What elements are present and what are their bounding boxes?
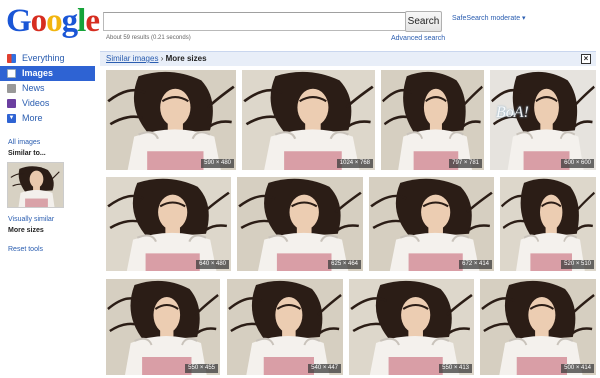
portrait-image — [242, 70, 375, 170]
search-input[interactable] — [103, 12, 406, 31]
image-result[interactable]: 540 × 447 — [227, 279, 343, 375]
safesearch-dropdown[interactable]: SafeSearch moderate ▾ — [452, 14, 526, 22]
image-result[interactable]: 550 × 413 — [349, 279, 474, 375]
reset-tools-link[interactable]: Reset tools — [0, 244, 95, 255]
advanced-search-link[interactable]: Advanced search — [391, 35, 445, 42]
sidebar-item-label: Images — [22, 68, 54, 78]
image-result[interactable]: 1024 × 768 — [242, 70, 375, 170]
image-result[interactable]: 520 × 510 — [500, 177, 596, 271]
videos-icon — [7, 99, 16, 108]
portrait-image — [8, 163, 63, 207]
source-thumbnail[interactable] — [7, 162, 64, 208]
image-dimensions: 550 × 455 — [185, 364, 218, 373]
everything-icon — [7, 54, 16, 63]
image-dimensions: 550 × 413 — [439, 364, 472, 373]
watermark-text: BoA! — [496, 104, 529, 121]
image-dimensions: 590 × 480 — [201, 159, 234, 168]
sidebar-item-news[interactable]: News — [0, 81, 95, 96]
image-result[interactable]: 500 × 414 — [480, 279, 596, 375]
breadcrumb-current: More sizes — [165, 54, 207, 63]
visually-similar-link[interactable]: Visually similar — [0, 214, 95, 225]
google-logo[interactable]: Google — [6, 3, 100, 39]
portrait-image — [381, 70, 484, 170]
portrait-image — [227, 279, 343, 375]
results-count: About 59 results (0.21 seconds) — [106, 35, 191, 41]
logo-letter: o — [46, 3, 62, 39]
portrait-image — [480, 279, 596, 375]
image-dimensions: 500 × 414 — [561, 364, 594, 373]
image-result[interactable]: 672 × 414 — [369, 177, 494, 271]
image-result[interactable]: 625 × 464 — [237, 177, 363, 271]
image-dimensions: 640 × 480 — [196, 260, 229, 269]
image-result[interactable]: 797 × 781 — [381, 70, 484, 170]
logo-letter: o — [30, 3, 47, 39]
sidebar-item-label: News — [22, 83, 45, 93]
sidebar-item-more[interactable]: ▼ More — [0, 111, 95, 126]
image-dimensions: 1024 × 768 — [336, 159, 373, 168]
image-dimensions: 520 × 510 — [561, 260, 594, 269]
portrait-image — [369, 177, 494, 271]
portrait-image — [106, 177, 231, 271]
news-icon — [7, 84, 16, 93]
image-dimensions: 540 × 447 — [308, 364, 341, 373]
portrait-image — [500, 177, 596, 271]
image-dimensions: 672 × 414 — [459, 260, 492, 269]
sidebar-item-label: Everything — [22, 53, 65, 63]
search-button[interactable]: Search — [405, 11, 442, 32]
sidebar-item-label: More — [22, 113, 43, 123]
sidebar-item-label: Videos — [22, 98, 50, 108]
portrait-image — [349, 279, 474, 375]
close-icon[interactable]: × — [581, 54, 591, 64]
image-result[interactable]: 640 × 480 — [106, 177, 231, 271]
similar-to-label: Similar to... — [8, 150, 46, 157]
more-icon: ▼ — [7, 114, 16, 123]
image-dimensions: 600 × 600 — [561, 159, 594, 168]
all-images-link[interactable]: All images — [0, 137, 95, 148]
portrait-image — [106, 279, 220, 375]
image-dimensions: 797 × 781 — [449, 159, 482, 168]
logo-letter: G — [6, 3, 32, 39]
breadcrumb: Similar images › More sizes × — [100, 51, 596, 66]
similar-images-link[interactable]: Similar images — [106, 54, 158, 63]
logo-letter: l — [77, 3, 86, 39]
breadcrumb-separator: › — [160, 54, 164, 63]
image-result[interactable]: 550 × 455 — [106, 279, 220, 375]
image-result[interactable]: 590 × 480 — [106, 70, 236, 170]
portrait-image — [106, 70, 236, 170]
sidebar-item-videos[interactable]: Videos — [0, 96, 95, 111]
sidebar-item-everything[interactable]: Everything — [0, 51, 95, 66]
sidebar: Everything Images News Videos ▼ More All… — [0, 51, 95, 255]
image-result[interactable]: 600 × 600 BoA! — [490, 70, 596, 170]
logo-letter: e — [85, 3, 100, 39]
more-sizes-label: More sizes — [8, 227, 44, 234]
images-icon — [7, 69, 16, 78]
logo-letter: g — [61, 3, 78, 39]
portrait-image — [237, 177, 363, 271]
image-dimensions: 625 × 464 — [328, 260, 361, 269]
sidebar-item-images[interactable]: Images — [0, 66, 95, 81]
